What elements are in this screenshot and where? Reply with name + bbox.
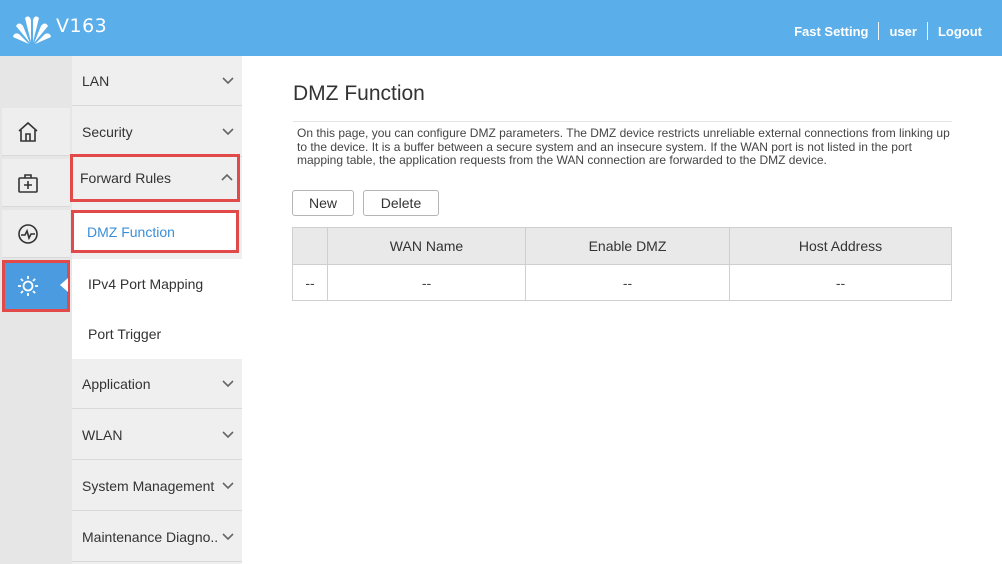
- pulse-icon: [18, 223, 38, 244]
- table-header-row: WAN Name Enable DMZ Host Address: [292, 227, 952, 265]
- rail-status[interactable]: [2, 210, 70, 258]
- rail-home[interactable]: [2, 108, 70, 156]
- huawei-logo-icon: [13, 16, 51, 44]
- top-header: V163 Fast Setting user Logout: [0, 0, 1002, 56]
- menu-item-lan[interactable]: LAN: [72, 56, 242, 106]
- link-separator: [878, 22, 880, 40]
- table-row: -- -- -- --: [292, 264, 952, 301]
- chevron-down-icon: [222, 128, 234, 136]
- icon-rail: [0, 56, 72, 564]
- menu-item-label: System Management: [82, 477, 215, 494]
- medkit-icon: [18, 173, 38, 193]
- menu-item-security[interactable]: Security: [72, 107, 242, 157]
- chevron-down-icon: [222, 533, 234, 541]
- settings-menu: LAN Security Forward Rules DMZ Function …: [70, 56, 242, 564]
- user-link[interactable]: user: [879, 24, 926, 39]
- menu-item-label: Security: [82, 123, 133, 140]
- menu-item-maintenance-diagnose[interactable]: Maintenance Diagno..: [72, 512, 242, 562]
- chevron-down-icon: [222, 431, 234, 439]
- menu-item-label: Forward Rules: [80, 170, 172, 186]
- menu-item-application[interactable]: Application: [72, 359, 242, 409]
- gear-icon: [18, 276, 38, 296]
- select-column-header: [292, 227, 328, 265]
- host-address-header: Host Address: [729, 227, 952, 265]
- chevron-down-icon: [222, 77, 234, 85]
- menu-item-label: LAN: [82, 72, 110, 89]
- wan-name-header: WAN Name: [327, 227, 526, 265]
- logout-link[interactable]: Logout: [928, 24, 992, 39]
- menu-item-label: Application: [82, 375, 151, 392]
- sub-item-label: DMZ Function: [87, 223, 175, 240]
- title-divider: [293, 121, 952, 122]
- active-pointer-icon: [60, 278, 68, 292]
- enable-dmz-header: Enable DMZ: [525, 227, 730, 265]
- rail-diagnose[interactable]: [2, 159, 70, 207]
- chevron-down-icon: [222, 482, 234, 490]
- sub-item-port-trigger[interactable]: Port Trigger: [72, 309, 242, 359]
- home-icon: [18, 121, 38, 142]
- chevron-down-icon: [222, 380, 234, 388]
- new-button[interactable]: New: [292, 190, 354, 216]
- sub-item-dmz-function[interactable]: DMZ Function: [71, 210, 239, 253]
- table-cell: --: [327, 264, 526, 301]
- menu-item-label: WLAN: [82, 426, 123, 443]
- chevron-up-icon: [221, 173, 233, 181]
- link-separator: [926, 22, 928, 40]
- menu-item-system-management[interactable]: System Management: [72, 461, 242, 511]
- dmz-table: WAN Name Enable DMZ Host Address -- -- -…: [292, 227, 952, 301]
- brand-name: V163: [56, 15, 108, 37]
- page-title: DMZ Function: [293, 82, 425, 105]
- menu-item-forward-rules[interactable]: Forward Rules: [70, 154, 240, 202]
- table-cell: --: [729, 264, 952, 301]
- menu-item-wlan[interactable]: WLAN: [72, 410, 242, 460]
- sub-item-label: IPv4 Port Mapping: [88, 276, 204, 292]
- delete-button[interactable]: Delete: [363, 190, 439, 216]
- sub-item-label: Port Trigger: [88, 326, 162, 342]
- fast-setting-link[interactable]: Fast Setting: [784, 24, 878, 39]
- table-cell: --: [292, 264, 328, 301]
- sub-item-ipv4-port-mapping[interactable]: IPv4 Port Mapping: [72, 259, 242, 309]
- top-links: Fast Setting user Logout: [784, 22, 992, 40]
- table-cell: --: [525, 264, 730, 301]
- menu-item-label: Maintenance Diagno..: [82, 528, 219, 545]
- page-description: On this page, you can configure DMZ para…: [297, 126, 950, 167]
